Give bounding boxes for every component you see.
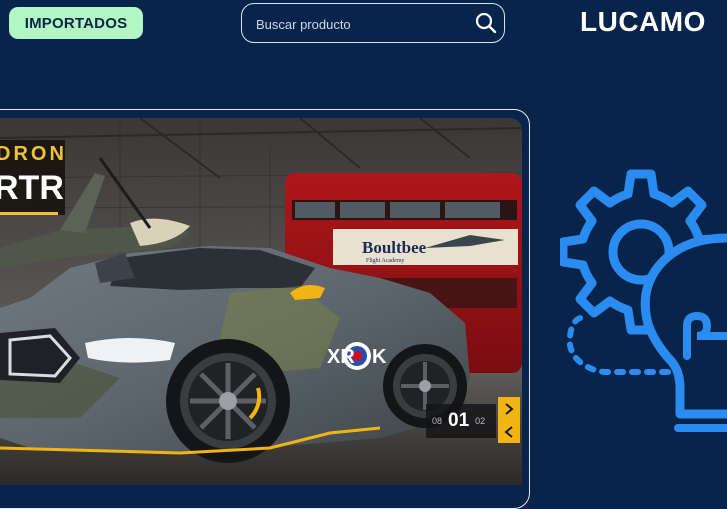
chevron-left-icon[interactable] <box>499 422 519 442</box>
hangar-sign-sub: Flight Academy <box>366 258 405 264</box>
slide-counter-current: 01 <box>448 410 470 431</box>
hangar-sign: Boultbee <box>362 238 427 257</box>
hero-slider: DRON RTR Boultbee Flight Academy XR K 08… <box>0 118 522 485</box>
slide-counter-prev: 08 <box>432 416 443 426</box>
slider-arrows <box>498 397 520 443</box>
search-input[interactable] <box>254 13 468 35</box>
imported-button[interactable]: IMPORTADOS <box>9 7 143 39</box>
gear-lightbulb-icon <box>558 166 727 446</box>
front-wheel <box>166 339 290 463</box>
top-bar: IMPORTADOS LUCAMO <box>0 0 727 60</box>
banner-text-1: DRON <box>0 143 67 165</box>
slide-counter-next: 02 <box>475 416 486 426</box>
car-decal-end: K <box>372 346 387 368</box>
brand-logo[interactable]: LUCAMO <box>580 6 706 38</box>
search-icon[interactable] <box>474 11 498 35</box>
chevron-right-icon[interactable] <box>499 399 519 419</box>
slide-counter: 08 01 02 <box>426 404 496 438</box>
search-bar <box>241 3 505 43</box>
banner-text-2: RTR <box>0 169 64 207</box>
car-decal: XR <box>327 346 355 368</box>
